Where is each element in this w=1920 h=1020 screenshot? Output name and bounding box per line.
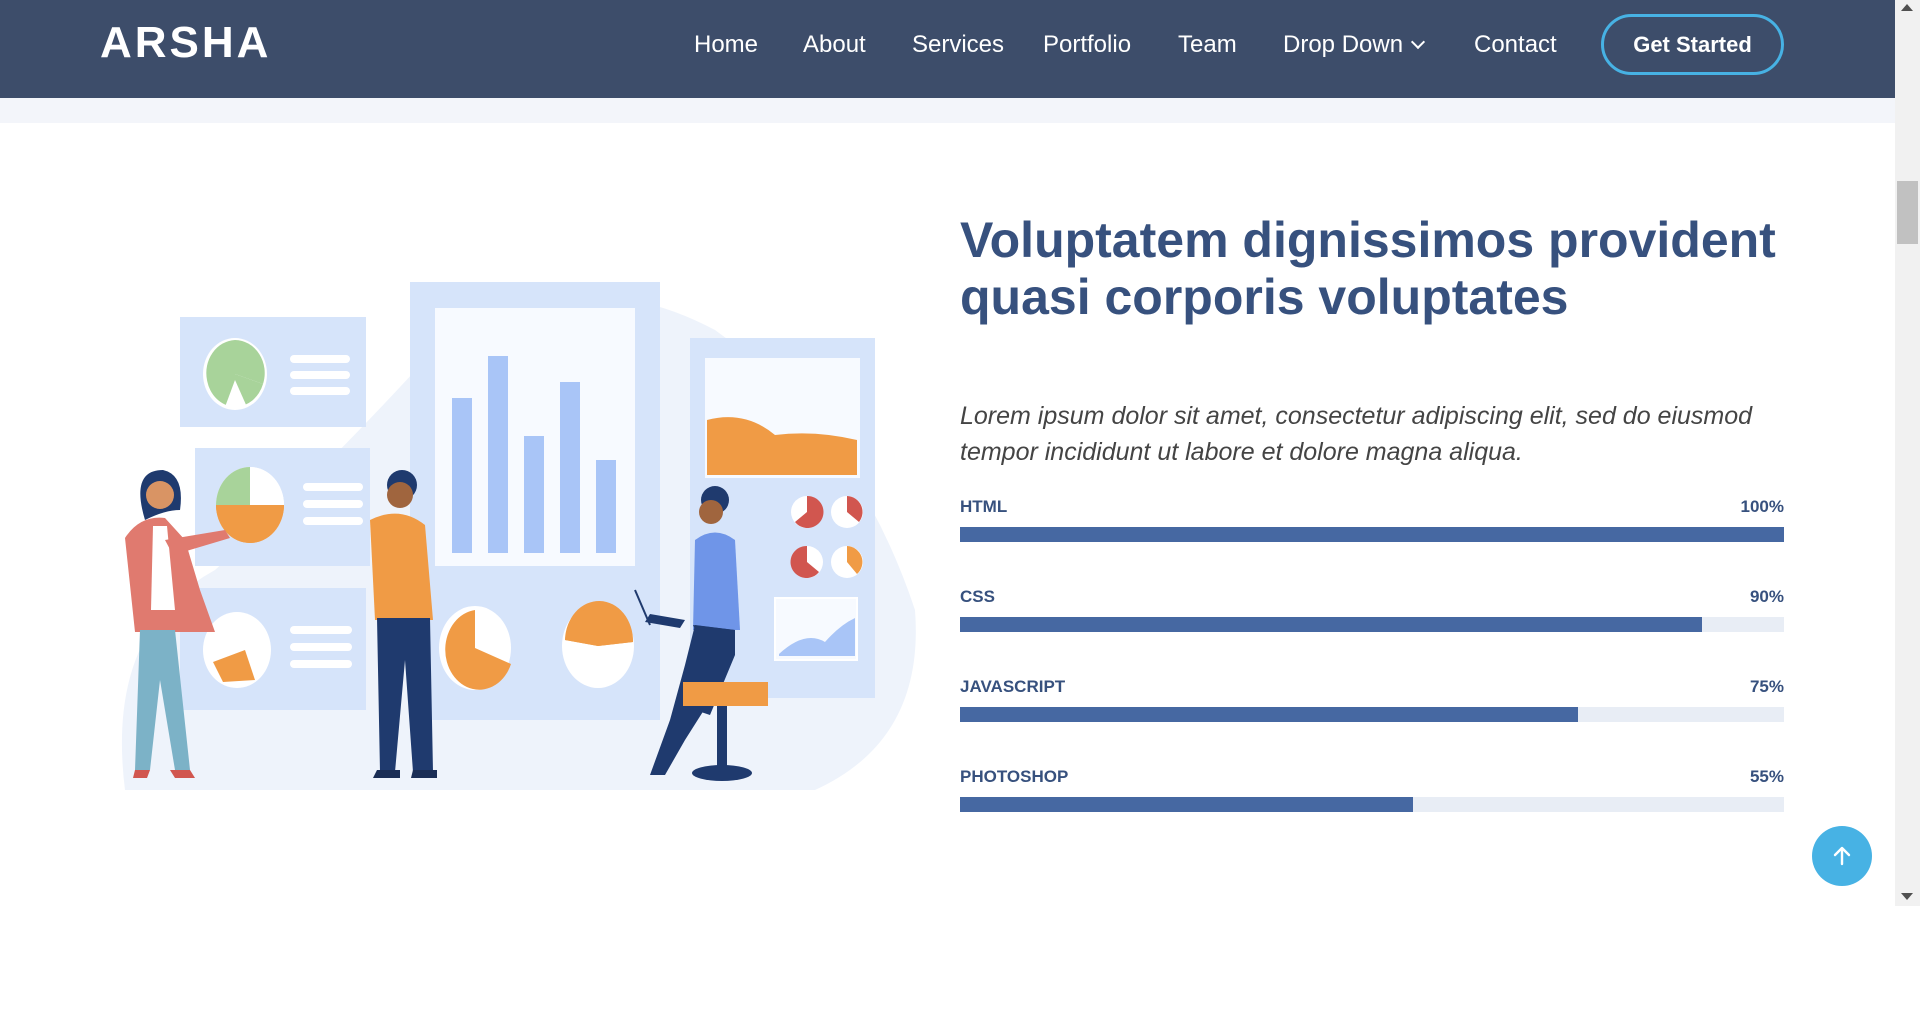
skill-javascript: JAVASCRIPT 75% — [960, 677, 1784, 737]
nav-contact[interactable]: Contact — [1474, 31, 1557, 59]
progress-fill — [960, 527, 1784, 542]
scroll-up-arrow-icon[interactable] — [1901, 4, 1913, 11]
skill-name: JAVASCRIPT — [960, 677, 1066, 696]
chevron-down-icon — [1410, 34, 1426, 50]
site-header: ARSHA Home About Services Portfolio Team… — [0, 0, 1895, 98]
skill-html: HTML 100% — [960, 497, 1784, 557]
page: ARSHA Home About Services Portfolio Team… — [0, 0, 1920, 1020]
section-divider — [0, 98, 1895, 123]
skill-css: CSS 90% — [960, 587, 1784, 647]
skill-name: PHOTOSHOP — [960, 767, 1069, 786]
progress-track — [960, 797, 1784, 812]
skills-illustration — [121, 282, 916, 790]
nav-services[interactable]: Services — [912, 31, 1004, 59]
skill-name: CSS — [960, 587, 995, 606]
nav-dropdown[interactable]: Drop Down — [1283, 31, 1426, 59]
nav-about[interactable]: About — [803, 31, 866, 59]
skill-percent: 90% — [1749, 587, 1784, 606]
progress-track — [960, 617, 1784, 632]
section-heading: Voluptatem dignissimos provident quasi c… — [960, 212, 1776, 325]
nav-dropdown-label: Drop Down — [1283, 31, 1404, 58]
nav-portfolio[interactable]: Portfolio — [1043, 31, 1131, 59]
skill-percent: 100% — [1740, 497, 1784, 516]
nav-home[interactable]: Home — [694, 31, 758, 59]
arrow-up-icon — [1833, 846, 1851, 866]
skill-percent: 55% — [1749, 767, 1784, 786]
skill-photoshop: PHOTOSHOP 55% — [960, 767, 1784, 827]
progress-track — [960, 707, 1784, 722]
section-lead: Lorem ipsum dolor sit amet, consectetur … — [960, 402, 1753, 466]
progress-fill — [960, 617, 1702, 632]
scrollbar-thumb[interactable] — [1897, 181, 1918, 244]
back-to-top-button[interactable] — [1812, 826, 1872, 886]
nav-team[interactable]: Team — [1178, 31, 1237, 59]
scrollbar-track[interactable] — [1895, 0, 1920, 906]
skill-percent: 75% — [1749, 677, 1784, 696]
skill-name: HTML — [960, 497, 1008, 516]
get-started-button[interactable]: Get Started — [1601, 14, 1784, 75]
progress-fill — [960, 797, 1414, 812]
progress-fill — [960, 707, 1578, 722]
progress-track — [960, 527, 1784, 542]
scroll-down-arrow-icon[interactable] — [1901, 893, 1913, 900]
